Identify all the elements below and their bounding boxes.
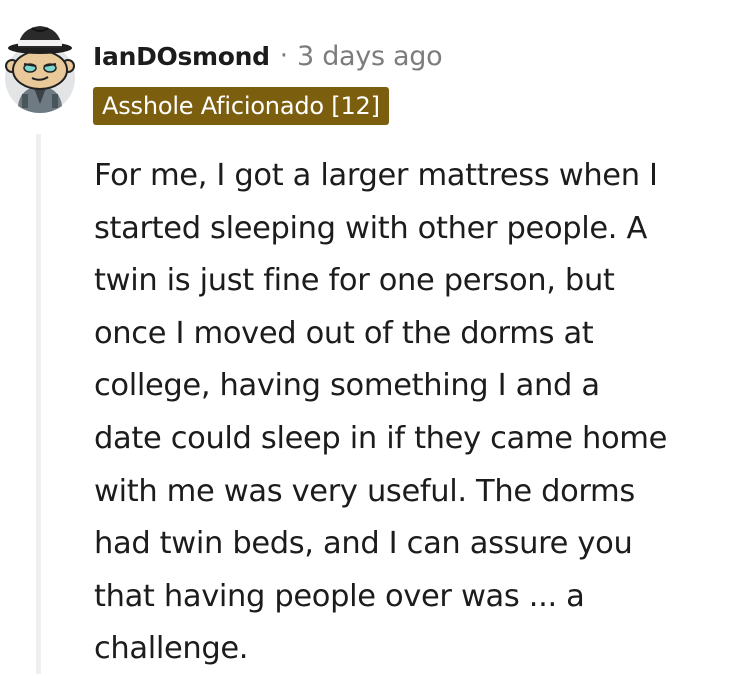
comment-body-line: challenge. <box>94 631 249 667</box>
comment-body-line: twin is just fine for one person, but <box>94 263 615 299</box>
comment-body-line: college, having something I and a <box>94 368 600 404</box>
comment-body-line: that having people over was ... a <box>94 578 585 614</box>
meta-separator: · <box>279 41 289 71</box>
thread-collapse-line[interactable] <box>36 134 41 674</box>
comment-header: IanDOsmond · 3 days ago <box>93 36 443 76</box>
comment-body-line: started sleeping with other people. A <box>94 210 648 246</box>
comment-body-line: with me was very useful. The dorms <box>94 473 635 509</box>
user-flair-badge: Asshole Aficionado [12] <box>93 87 389 125</box>
comment-body: For me, I got a larger mattress when I s… <box>94 150 734 676</box>
comment: IanDOsmond · 3 days ago Asshole Aficiona… <box>0 0 739 674</box>
snoo-avatar-with-fedora-icon <box>5 26 75 113</box>
user-avatar[interactable] <box>4 14 78 114</box>
comment-body-line: once I moved out of the dorms at <box>94 315 594 351</box>
comment-body-line: date could sleep in if they came home <box>94 420 668 456</box>
username-link[interactable]: IanDOsmond <box>93 42 270 71</box>
comment-body-line: For me, I got a larger mattress when I <box>94 158 658 193</box>
comment-body-line: had twin beds, and I can assure you <box>94 526 633 562</box>
comment-timestamp[interactable]: 3 days ago <box>297 41 443 72</box>
